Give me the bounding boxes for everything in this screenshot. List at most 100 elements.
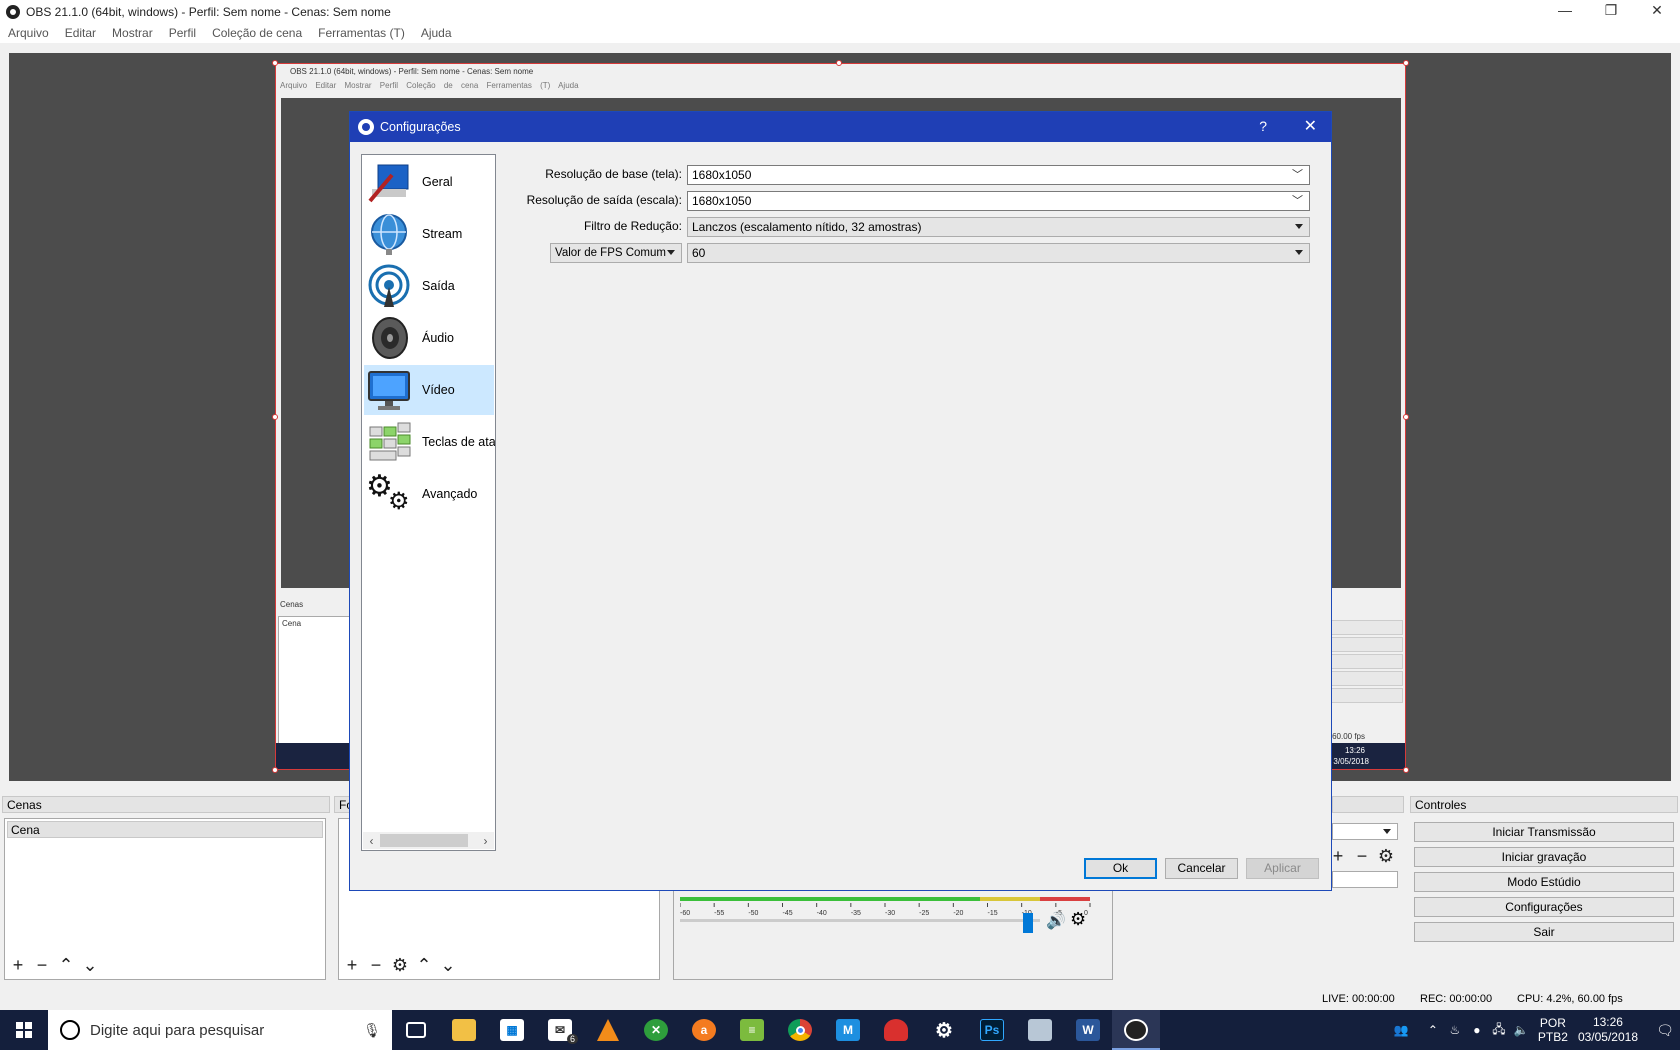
remove-icon[interactable]: −	[1352, 846, 1372, 867]
move-up-icon[interactable]: ⌃	[56, 955, 76, 976]
fps-value-select[interactable]: 60	[687, 243, 1310, 263]
category-hotkeys[interactable]: Teclas de atalh	[364, 417, 495, 467]
move-down-icon[interactable]: ⌄	[80, 955, 100, 976]
menu-mostrar[interactable]: Mostrar	[112, 26, 153, 40]
game-icon	[884, 1019, 908, 1041]
menu-ferramentas[interactable]: Ferramentas (T)	[318, 26, 405, 40]
downscale-filter-select[interactable]: Lanczos (escalamento nítido, 32 amostras…	[687, 217, 1310, 237]
output-resolution-label: Resolução de saída (escala):	[526, 193, 682, 207]
taskbar-obs[interactable]	[1112, 1010, 1160, 1050]
taskbar-settings[interactable]: ⚙	[920, 1010, 968, 1050]
taskbar-word[interactable]: W	[1064, 1010, 1112, 1050]
cancel-button[interactable]: Cancelar	[1165, 858, 1238, 879]
scroll-right-icon[interactable]: ›	[477, 834, 494, 848]
taskbar-bluestacks[interactable]: ≡	[728, 1010, 776, 1050]
category-label: Avançado	[422, 487, 478, 501]
start-recording-button[interactable]: Iniciar gravação	[1414, 847, 1674, 867]
ok-button[interactable]: Ok	[1084, 858, 1157, 879]
tray-app-icon[interactable]: ●	[1466, 1023, 1488, 1037]
meter-tick-label: -25	[919, 910, 929, 917]
category-hscrollbar[interactable]: ‹ ›	[363, 832, 494, 849]
studio-mode-button[interactable]: Modo Estúdio	[1414, 872, 1674, 892]
base-resolution-combo[interactable]: 1680x1050 ﹀	[687, 165, 1310, 185]
apply-button[interactable]: Aplicar	[1246, 858, 1319, 879]
transition-select[interactable]	[1332, 823, 1398, 840]
taskbar-photoshop[interactable]: Ps	[968, 1010, 1016, 1050]
cpu-fps: CPU: 4.2%, 60.00 fps	[1517, 993, 1623, 1005]
resize-handle[interactable]	[272, 414, 278, 420]
gear-icon[interactable]: ⚙	[1070, 909, 1086, 930]
move-up-icon[interactable]: ⌃	[414, 955, 434, 976]
menu-colecao-de-cena[interactable]: Coleção de cena	[212, 26, 302, 40]
resize-handle[interactable]	[272, 767, 278, 773]
scroll-left-icon[interactable]: ‹	[363, 834, 380, 848]
remove-icon[interactable]: −	[366, 955, 386, 976]
language-indicator[interactable]: POR PTB2	[1538, 1016, 1568, 1044]
category-avancado[interactable]: ⚙ ⚙ Avançado	[364, 469, 494, 519]
scenes-dock-title: Cenas	[2, 796, 330, 813]
taskbar-game[interactable]	[872, 1010, 920, 1050]
taskbar-chrome[interactable]	[776, 1010, 824, 1050]
transitions-toolbar: + − ⚙	[1328, 846, 1396, 867]
resize-handle[interactable]	[1403, 60, 1409, 66]
chevron-up-icon[interactable]: ⌃	[1422, 1023, 1444, 1037]
gear-icon[interactable]: ⚙	[390, 955, 410, 976]
volume-icon[interactable]: 🔈	[1510, 1023, 1532, 1037]
menu-perfil[interactable]: Perfil	[169, 26, 196, 40]
fps-type-select[interactable]: Valor de FPS Comum	[550, 243, 682, 263]
add-icon[interactable]: +	[8, 955, 28, 976]
taskbar-search[interactable]: Digite aqui para pesquisar 🎙	[48, 1010, 392, 1050]
microphone-icon[interactable]: 🎙	[362, 1022, 382, 1039]
meter-red	[1040, 897, 1090, 901]
meter-yellow	[980, 897, 1040, 901]
taskbar-pictures[interactable]	[1016, 1010, 1064, 1050]
taskbar-store[interactable]: ▦	[488, 1010, 536, 1050]
resize-handle[interactable]	[1403, 767, 1409, 773]
resize-handle[interactable]	[836, 60, 842, 66]
start-streaming-button[interactable]: Iniciar Transmissão	[1414, 822, 1674, 842]
taskbar-mail[interactable]: ✉ 6	[536, 1010, 584, 1050]
menu-editar[interactable]: Editar	[65, 26, 96, 40]
base-resolution-value: 1680x1050	[692, 168, 752, 182]
resize-handle[interactable]	[272, 60, 278, 66]
speaker-icon[interactable]: 🔊	[1046, 911, 1066, 931]
base-resolution-row: Resolução de base (tela): 1680x1050 ﹀	[350, 165, 1333, 185]
volume-slider[interactable]	[1023, 913, 1033, 933]
steam-icon[interactable]: ♨	[1444, 1023, 1466, 1037]
taskbar-movavi[interactable]: M	[824, 1010, 872, 1050]
exit-button[interactable]: Sair	[1414, 922, 1674, 942]
menu-arquivo[interactable]: Arquivo	[8, 26, 49, 40]
taskbar-vlc[interactable]	[584, 1010, 632, 1050]
list-item[interactable]: Cena	[7, 821, 323, 838]
transitions-dock-title	[1332, 796, 1404, 813]
move-down-icon[interactable]: ⌄	[438, 955, 458, 976]
meter-tick-label: -35	[851, 910, 861, 917]
obs-logo-icon	[6, 4, 20, 19]
taskbar-explorer[interactable]	[440, 1010, 488, 1050]
restore-button[interactable]: ❐	[1588, 0, 1634, 23]
task-view-button[interactable]	[392, 1010, 440, 1050]
gear-icon[interactable]: ⚙	[1376, 846, 1396, 867]
gear-icon: ⚙	[935, 1019, 953, 1042]
taskbar-xbox[interactable]: ✕	[632, 1010, 680, 1050]
clock[interactable]: 13:26 03/05/2018	[1578, 1015, 1638, 1045]
meter-tick-label: -60	[680, 910, 690, 917]
minimize-button[interactable]: —	[1542, 0, 1588, 23]
taskbar-avast[interactable]: a	[680, 1010, 728, 1050]
output-resolution-combo[interactable]: 1680x1050 ﹀	[687, 191, 1310, 211]
remove-icon[interactable]: −	[32, 955, 52, 976]
people-icon[interactable]: 👥	[1390, 1023, 1412, 1037]
close-button[interactable]: ✕	[1634, 0, 1680, 23]
duration-spinbox[interactable]	[1332, 871, 1398, 888]
network-icon[interactable]: 🖧	[1488, 1020, 1510, 1041]
menu-ajuda[interactable]: Ajuda	[421, 26, 452, 40]
notifications-icon[interactable]: 🗨	[1650, 1022, 1680, 1039]
meter-tick-label: -40	[817, 910, 827, 917]
resize-handle[interactable]	[1403, 414, 1409, 420]
start-button[interactable]	[0, 1010, 48, 1050]
add-icon[interactable]: +	[342, 955, 362, 976]
scrollbar-thumb[interactable]	[380, 834, 468, 847]
movavi-icon: M	[836, 1019, 860, 1041]
settings-button[interactable]: Configurações	[1414, 897, 1674, 917]
language-code: POR	[1539, 1016, 1566, 1030]
